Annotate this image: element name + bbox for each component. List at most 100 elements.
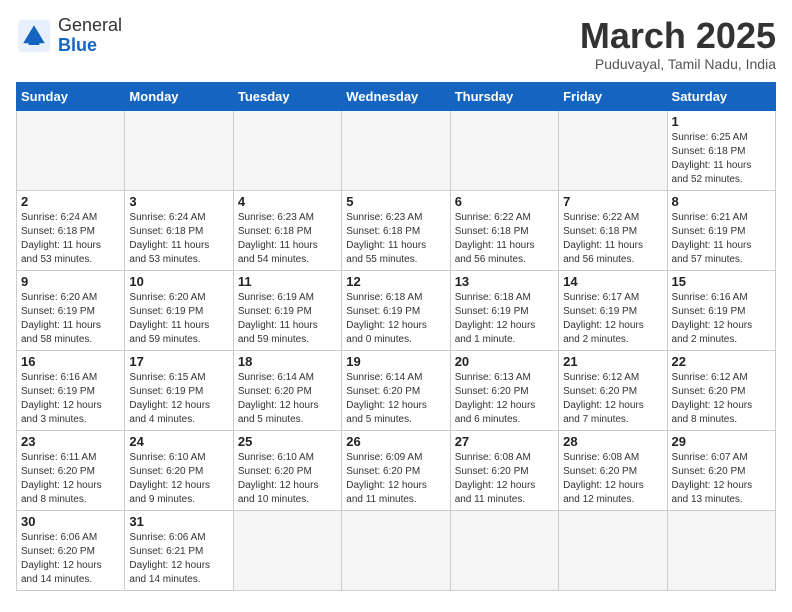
day-info: Sunrise: 6:20 AM Sunset: 6:19 PM Dayligh…: [21, 291, 120, 347]
weekday-header: Saturday: [667, 82, 775, 110]
calendar-day-cell: [559, 110, 667, 190]
weekday-header: Friday: [559, 82, 667, 110]
day-number: 26: [346, 434, 445, 449]
weekday-header: Thursday: [450, 82, 558, 110]
day-info: Sunrise: 6:25 AM Sunset: 6:18 PM Dayligh…: [672, 131, 771, 187]
calendar-day-cell: 27Sunrise: 6:08 AM Sunset: 6:20 PM Dayli…: [450, 430, 558, 510]
day-info: Sunrise: 6:15 AM Sunset: 6:19 PM Dayligh…: [129, 371, 228, 427]
calendar-day-cell: 5 Sunrise: 6:23 AM Sunset: 6:18 PM Daylig…: [342, 190, 450, 270]
day-info: Sunrise: 6:06 AM Sunset: 6:21 PM Dayligh…: [129, 531, 228, 587]
day-number: 29: [672, 434, 771, 449]
day-number: 28: [563, 434, 662, 449]
day-number: 9: [21, 274, 120, 289]
calendar-week-row: 2 Sunrise: 6:24 AM Sunset: 6:18 PM Daylig…: [17, 190, 776, 270]
calendar-day-cell: 14Sunrise: 6:17 AM Sunset: 6:19 PM Dayli…: [559, 270, 667, 350]
calendar-day-cell: 3 Sunrise: 6:24 AM Sunset: 6:18 PM Daylig…: [125, 190, 233, 270]
day-info: Sunrise: 6:12 AM Sunset: 6:20 PM Dayligh…: [563, 371, 662, 427]
day-number: 5: [346, 194, 445, 209]
day-info: Sunrise: 6:10 AM Sunset: 6:20 PM Dayligh…: [238, 451, 337, 507]
day-number: 30: [21, 514, 120, 529]
calendar-day-cell: 23Sunrise: 6:11 AM Sunset: 6:20 PM Dayli…: [17, 430, 125, 510]
calendar-week-row: 30 Sunrise: 6:06 AM Sunset: 6:20 PM Dayli…: [17, 510, 776, 590]
day-info: Sunrise: 6:19 AM Sunset: 6:19 PM Dayligh…: [238, 291, 337, 347]
day-number: 10: [129, 274, 228, 289]
calendar-day-cell: 21 Sunrise: 6:12 AM Sunset: 6:20 PM Dayli…: [559, 350, 667, 430]
weekday-header: Sunday: [17, 82, 125, 110]
day-info: Sunrise: 6:18 AM Sunset: 6:19 PM Dayligh…: [346, 291, 445, 347]
calendar-day-cell: [125, 110, 233, 190]
day-number: 3: [129, 194, 228, 209]
day-number: 7: [563, 194, 662, 209]
day-info: Sunrise: 6:09 AM Sunset: 6:20 PM Dayligh…: [346, 451, 445, 507]
day-info: Sunrise: 6:12 AM Sunset: 6:20 PM Dayligh…: [672, 371, 771, 427]
day-info: Sunrise: 6:23 AM Sunset: 6:18 PM Dayligh…: [238, 211, 337, 267]
calendar-day-cell: 30 Sunrise: 6:06 AM Sunset: 6:20 PM Dayli…: [17, 510, 125, 590]
calendar-table: SundayMondayTuesdayWednesdayThursdayFrid…: [16, 82, 776, 591]
location-subtitle: Puduvayal, Tamil Nadu, India: [580, 56, 776, 72]
calendar-day-cell: [559, 510, 667, 590]
calendar-day-cell: [17, 110, 125, 190]
day-info: Sunrise: 6:06 AM Sunset: 6:20 PM Dayligh…: [21, 531, 120, 587]
calendar-day-cell: 19 Sunrise: 6:14 AM Sunset: 6:20 PM Dayli…: [342, 350, 450, 430]
day-info: Sunrise: 6:14 AM Sunset: 6:20 PM Dayligh…: [238, 371, 337, 427]
calendar-day-cell: 29 Sunrise: 6:07 AM Sunset: 6:20 PM Dayli…: [667, 430, 775, 510]
day-number: 21: [563, 354, 662, 369]
calendar-day-cell: 20Sunrise: 6:13 AM Sunset: 6:20 PM Dayli…: [450, 350, 558, 430]
day-info: Sunrise: 6:24 AM Sunset: 6:18 PM Dayligh…: [21, 211, 120, 267]
day-number: 20: [455, 354, 554, 369]
calendar-day-cell: 31 Sunrise: 6:06 AM Sunset: 6:21 PM Dayli…: [125, 510, 233, 590]
day-number: 24: [129, 434, 228, 449]
calendar-day-cell: 9 Sunrise: 6:20 AM Sunset: 6:19 PM Daylig…: [17, 270, 125, 350]
day-number: 2: [21, 194, 120, 209]
day-info: Sunrise: 6:16 AM Sunset: 6:19 PM Dayligh…: [21, 371, 120, 427]
day-number: 1: [672, 114, 771, 129]
calendar-day-cell: [233, 510, 341, 590]
day-info: Sunrise: 6:14 AM Sunset: 6:20 PM Dayligh…: [346, 371, 445, 427]
day-number: 15: [672, 274, 771, 289]
day-number: 13: [455, 274, 554, 289]
calendar-day-cell: 4 Sunrise: 6:23 AM Sunset: 6:18 PM Daylig…: [233, 190, 341, 270]
day-info: Sunrise: 6:18 AM Sunset: 6:19 PM Dayligh…: [455, 291, 554, 347]
day-info: Sunrise: 6:20 AM Sunset: 6:19 PM Dayligh…: [129, 291, 228, 347]
day-info: Sunrise: 6:23 AM Sunset: 6:18 PM Dayligh…: [346, 211, 445, 267]
day-info: Sunrise: 6:07 AM Sunset: 6:20 PM Dayligh…: [672, 451, 771, 507]
day-number: 11: [238, 274, 337, 289]
calendar-week-row: 1 Sunrise: 6:25 AM Sunset: 6:18 PM Daylig…: [17, 110, 776, 190]
calendar-day-cell: [233, 110, 341, 190]
calendar-day-cell: 18 Sunrise: 6:14 AM Sunset: 6:20 PM Dayli…: [233, 350, 341, 430]
calendar-day-cell: [342, 110, 450, 190]
month-title: March 2025: [580, 16, 776, 56]
day-number: 12: [346, 274, 445, 289]
day-info: Sunrise: 6:10 AM Sunset: 6:20 PM Dayligh…: [129, 451, 228, 507]
calendar-day-cell: 16 Sunrise: 6:16 AM Sunset: 6:19 PM Dayli…: [17, 350, 125, 430]
title-area: March 2025 Puduvayal, Tamil Nadu, India: [580, 16, 776, 72]
calendar-day-cell: [342, 510, 450, 590]
weekday-header-row: SundayMondayTuesdayWednesdayThursdayFrid…: [17, 82, 776, 110]
day-number: 16: [21, 354, 120, 369]
day-info: Sunrise: 6:21 AM Sunset: 6:19 PM Dayligh…: [672, 211, 771, 267]
day-info: Sunrise: 6:22 AM Sunset: 6:18 PM Dayligh…: [455, 211, 554, 267]
page-header: General Blue March 2025 Puduvayal, Tamil…: [16, 16, 776, 72]
day-info: Sunrise: 6:22 AM Sunset: 6:18 PM Dayligh…: [563, 211, 662, 267]
calendar-day-cell: 15 Sunrise: 6:16 AM Sunset: 6:19 PM Dayli…: [667, 270, 775, 350]
day-number: 8: [672, 194, 771, 209]
generalblue-logo-icon: [16, 18, 52, 54]
calendar-day-cell: 28 Sunrise: 6:08 AM Sunset: 6:20 PM Dayli…: [559, 430, 667, 510]
day-number: 23: [21, 434, 120, 449]
weekday-header: Tuesday: [233, 82, 341, 110]
day-number: 4: [238, 194, 337, 209]
calendar-week-row: 16 Sunrise: 6:16 AM Sunset: 6:19 PM Dayli…: [17, 350, 776, 430]
calendar-day-cell: 25Sunrise: 6:10 AM Sunset: 6:20 PM Dayli…: [233, 430, 341, 510]
day-info: Sunrise: 6:08 AM Sunset: 6:20 PM Dayligh…: [563, 451, 662, 507]
calendar-week-row: 9 Sunrise: 6:20 AM Sunset: 6:19 PM Daylig…: [17, 270, 776, 350]
calendar-day-cell: 12 Sunrise: 6:18 AM Sunset: 6:19 PM Dayli…: [342, 270, 450, 350]
calendar-day-cell: 24 Sunrise: 6:10 AM Sunset: 6:20 PM Dayli…: [125, 430, 233, 510]
day-number: 18: [238, 354, 337, 369]
day-number: 31: [129, 514, 228, 529]
calendar-day-cell: 6Sunrise: 6:22 AM Sunset: 6:18 PM Daylig…: [450, 190, 558, 270]
calendar-day-cell: 26 Sunrise: 6:09 AM Sunset: 6:20 PM Dayli…: [342, 430, 450, 510]
day-info: Sunrise: 6:24 AM Sunset: 6:18 PM Dayligh…: [129, 211, 228, 267]
day-info: Sunrise: 6:08 AM Sunset: 6:20 PM Dayligh…: [455, 451, 554, 507]
day-info: Sunrise: 6:16 AM Sunset: 6:19 PM Dayligh…: [672, 291, 771, 347]
day-number: 19: [346, 354, 445, 369]
